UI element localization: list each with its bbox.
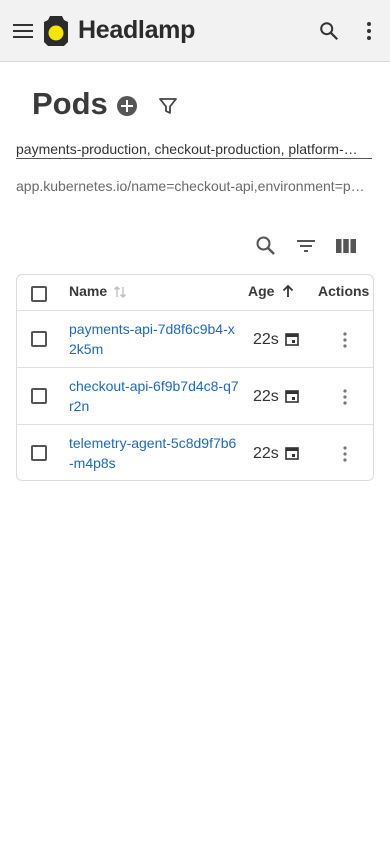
pods-table: Name Age Actions payments-api-7d8f6c9b4-… xyxy=(16,274,374,481)
search-icon[interactable] xyxy=(318,20,340,42)
column-header-age[interactable]: Age xyxy=(248,283,274,299)
filter-funnel-icon[interactable] xyxy=(158,96,178,116)
page-title: Pods xyxy=(32,86,108,121)
select-all-checkbox[interactable] xyxy=(31,286,47,302)
add-circle-icon[interactable] xyxy=(116,95,138,117)
headlamp-logo-icon[interactable] xyxy=(42,14,70,48)
calendar-icon xyxy=(285,390,299,403)
calendar-icon xyxy=(285,333,299,346)
calendar-icon xyxy=(285,447,299,460)
row-actions-menu-icon[interactable] xyxy=(335,330,355,350)
hamburger-menu-icon[interactable] xyxy=(12,20,34,42)
row-checkbox[interactable] xyxy=(31,388,47,404)
app-bar: Headlamp xyxy=(0,0,390,62)
table-header: Name Age Actions xyxy=(17,275,373,311)
namespace-selection[interactable]: payments-production, checkout-production… xyxy=(16,140,372,159)
table-row: telemetry-agent-5c8d9f7b6-m4p8s 22s xyxy=(17,425,373,480)
pod-age: 22s xyxy=(253,388,279,405)
table-row: checkout-api-6f9b7d4c8-q7r2n 22s xyxy=(17,368,373,425)
row-checkbox[interactable] xyxy=(31,445,47,461)
sort-ascending-icon[interactable] xyxy=(281,284,295,298)
pod-name-link[interactable]: payments-api-7d8f6c9b4-x2k5m xyxy=(69,319,239,359)
pod-age: 22s xyxy=(253,445,279,462)
pod-age: 22s xyxy=(253,331,279,348)
table-row: payments-api-7d8f6c9b4-x2k5m 22s xyxy=(17,311,373,368)
more-vertical-icon[interactable] xyxy=(358,20,380,42)
pod-name-link[interactable]: telemetry-agent-5c8d9f7b6-m4p8s xyxy=(69,433,239,473)
column-header-actions: Actions xyxy=(318,283,370,299)
row-checkbox[interactable] xyxy=(31,331,47,347)
pod-name-link[interactable]: checkout-api-6f9b7d4c8-q7r2n xyxy=(69,376,239,416)
label-selector: app.kubernetes.io/name=checkout-api,envi… xyxy=(16,178,365,194)
view-columns-icon[interactable] xyxy=(334,234,358,258)
filter-list-icon[interactable] xyxy=(294,234,318,258)
column-header-name[interactable]: Name xyxy=(69,283,107,299)
table-search-icon[interactable] xyxy=(254,234,278,258)
row-actions-menu-icon[interactable] xyxy=(335,387,355,407)
sort-unsorted-icon[interactable] xyxy=(113,285,127,299)
app-brand-name[interactable]: Headlamp xyxy=(78,15,195,45)
row-actions-menu-icon[interactable] xyxy=(335,444,355,464)
